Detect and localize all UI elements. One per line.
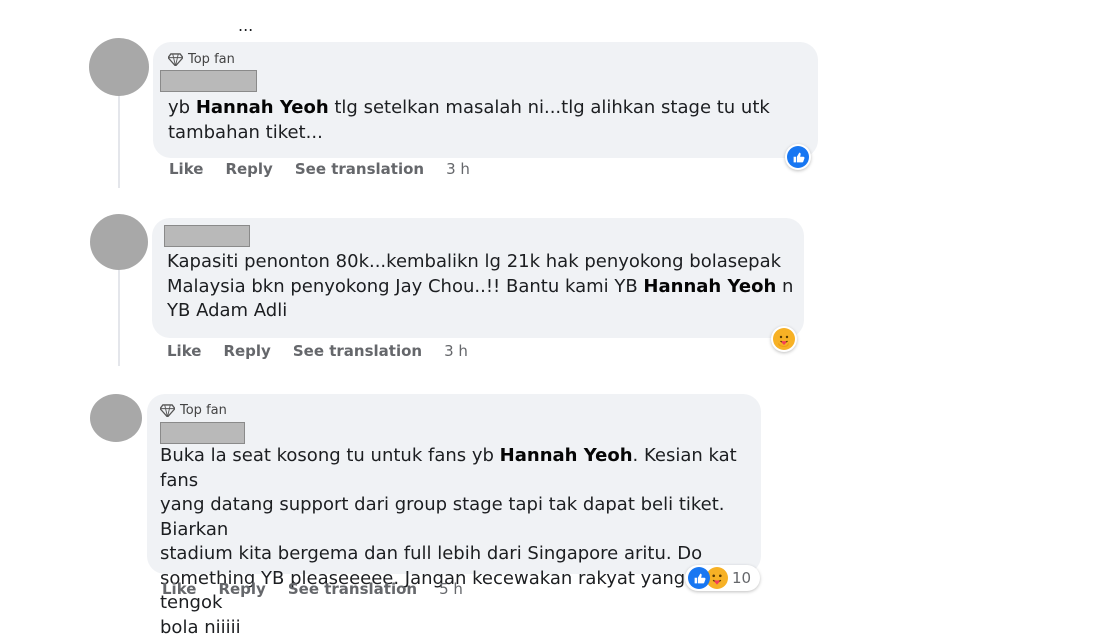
reply-button[interactable]: Reply — [225, 160, 272, 178]
mention-link[interactable]: Hannah Yeoh — [500, 445, 633, 466]
diamond-icon — [160, 404, 175, 417]
reaction-summary[interactable]: 10 — [685, 565, 761, 591]
previous-content-fragment: ... — [238, 16, 254, 35]
avatar[interactable] — [89, 38, 149, 96]
reply-button[interactable]: Reply — [223, 342, 270, 360]
comment-text: Buka la seat kosong tu untuk fans yb Han… — [160, 445, 737, 638]
comment-actions: Like Reply See translation 5 h — [162, 580, 463, 598]
timestamp[interactable]: 3 h — [446, 160, 470, 178]
like-reaction-icon — [688, 567, 710, 589]
like-reaction-icon — [787, 146, 809, 168]
redacted-author-name[interactable] — [160, 70, 257, 92]
avatar[interactable] — [90, 214, 148, 270]
like-button[interactable]: Like — [167, 342, 201, 360]
redacted-author-name[interactable] — [160, 422, 245, 444]
reaction-summary[interactable] — [771, 326, 797, 352]
comment-text: Kapasiti penonton 80k...kembalikn lg 21k… — [167, 251, 794, 321]
badge-label: Top fan — [188, 52, 235, 67]
comment-bubble: Top fan Buka la seat kosong tu untuk fan… — [147, 394, 761, 638]
reply-button[interactable]: Reply — [218, 580, 265, 598]
reaction-count[interactable]: 10 — [732, 569, 751, 587]
reaction-summary[interactable] — [785, 144, 811, 170]
like-button[interactable]: Like — [169, 160, 203, 178]
diamond-icon — [168, 53, 183, 66]
timestamp[interactable]: 3 h — [444, 342, 468, 360]
comment-actions: Like Reply See translation 3 h — [169, 160, 470, 178]
redacted-author-name[interactable] — [164, 225, 250, 247]
thread-line — [118, 96, 120, 188]
see-translation-link[interactable]: See translation — [288, 580, 417, 598]
avatar[interactable] — [90, 394, 142, 442]
like-button[interactable]: Like — [162, 580, 196, 598]
top-fan-badge: Top fan — [168, 52, 235, 67]
top-fan-badge: Top fan — [160, 403, 227, 418]
comment-bubble: Top fan yb Hannah Yeoh tlg setelkan masa… — [153, 42, 818, 158]
comment-actions: Like Reply See translation 3 h — [167, 342, 468, 360]
badge-label: Top fan — [180, 403, 227, 418]
mention-link[interactable]: Hannah Yeoh — [643, 276, 776, 297]
thread-line — [118, 270, 120, 366]
comment-text: yb Hannah Yeoh tlg setelkan masalah ni..… — [168, 97, 770, 143]
mention-link[interactable]: Hannah Yeoh — [196, 97, 329, 118]
comment-bubble: Kapasiti penonton 80k...kembalikn lg 21k… — [152, 218, 804, 338]
see-translation-link[interactable]: See translation — [295, 160, 424, 178]
see-translation-link[interactable]: See translation — [293, 342, 422, 360]
timestamp[interactable]: 5 h — [439, 580, 463, 598]
care-reaction-icon — [773, 328, 795, 350]
